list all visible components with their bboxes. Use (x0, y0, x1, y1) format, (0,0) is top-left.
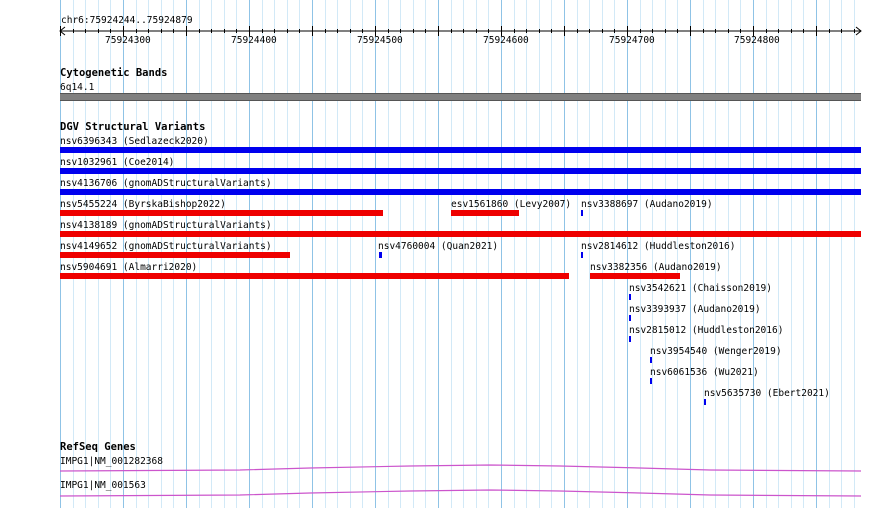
variant-bar[interactable] (629, 294, 631, 300)
variant-label[interactable]: nsv3954540 (Wenger2019) (650, 346, 782, 357)
variant-bar[interactable] (60, 147, 861, 153)
variant-bar[interactable] (581, 252, 583, 258)
variant-label[interactable]: nsv5455224 (ByrskaBishop2022) (60, 199, 226, 210)
genome-browser-view: chr6:75924244..75924879 75924300 7592440… (0, 0, 890, 508)
variant-bar[interactable] (60, 210, 383, 216)
variant-bar[interactable] (581, 210, 583, 216)
variant-bar[interactable] (451, 210, 519, 216)
variant-bar[interactable] (650, 357, 652, 363)
variant-bar[interactable] (60, 231, 861, 237)
variant-label[interactable]: nsv3388697 (Audano2019) (581, 199, 713, 210)
variant-bar[interactable] (704, 399, 706, 405)
gene-model[interactable] (60, 464, 861, 472)
variant-label[interactable]: nsv4760004 (Quan2021) (378, 241, 498, 252)
variant-label[interactable]: nsv2815012 (Huddleston2016) (629, 325, 783, 336)
variant-label[interactable]: nsv6061536 (Wu2021) (650, 367, 759, 378)
variant-bar[interactable] (590, 273, 680, 279)
variant-label[interactable]: nsv2814612 (Huddleston2016) (581, 241, 735, 252)
ruler-tick-label: 75924300 (105, 35, 151, 46)
variant-bar[interactable] (60, 273, 569, 279)
cytoband-label: 6q14.1 (60, 82, 95, 93)
variant-label[interactable]: nsv1032961 (Coe2014) (60, 157, 174, 168)
track-title-cytobands: Cytogenetic Bands (60, 67, 168, 79)
gene-model[interactable] (60, 489, 861, 497)
variant-bar[interactable] (650, 378, 652, 384)
variant-bar[interactable] (629, 315, 631, 321)
ruler-tick-label: 75924800 (734, 35, 780, 46)
variant-label[interactable]: nsv6396343 (Sedlazeck2020) (60, 136, 209, 147)
variant-label[interactable]: nsv3382356 (Audano2019) (590, 262, 722, 273)
variant-label[interactable]: nsv4149652 (gnomADStructuralVariants) (60, 241, 272, 252)
variant-label[interactable]: nsv4138189 (gnomADStructuralVariants) (60, 220, 272, 231)
track-title-refseq: RefSeq Genes (60, 441, 136, 453)
ruler-tick-label: 75924400 (231, 35, 277, 46)
ruler-tick-label: 75924500 (357, 35, 403, 46)
variant-bar[interactable] (629, 336, 631, 342)
variant-label[interactable]: nsv4136706 (gnomADStructuralVariants) (60, 178, 272, 189)
variant-label[interactable]: nsv3393937 (Audano2019) (629, 304, 761, 315)
variant-bar[interactable] (60, 168, 861, 174)
track-title-dgv: DGV Structural Variants (60, 121, 206, 133)
variant-label[interactable]: esv1561860 (Levy2007) (451, 199, 571, 210)
cytoband-bar[interactable] (60, 93, 861, 101)
ruler-tick-label: 75924700 (609, 35, 655, 46)
variant-label[interactable]: nsv5635730 (Ebert2021) (704, 388, 830, 399)
ruler-tick-label: 75924600 (483, 35, 529, 46)
variant-bar[interactable] (379, 252, 382, 258)
variant-bar[interactable] (60, 252, 290, 258)
variant-label[interactable]: nsv3542621 (Chaisson2019) (629, 283, 772, 294)
variant-bar[interactable] (60, 189, 861, 195)
variant-label[interactable]: nsv5904691 (Almarri2020) (60, 262, 197, 273)
